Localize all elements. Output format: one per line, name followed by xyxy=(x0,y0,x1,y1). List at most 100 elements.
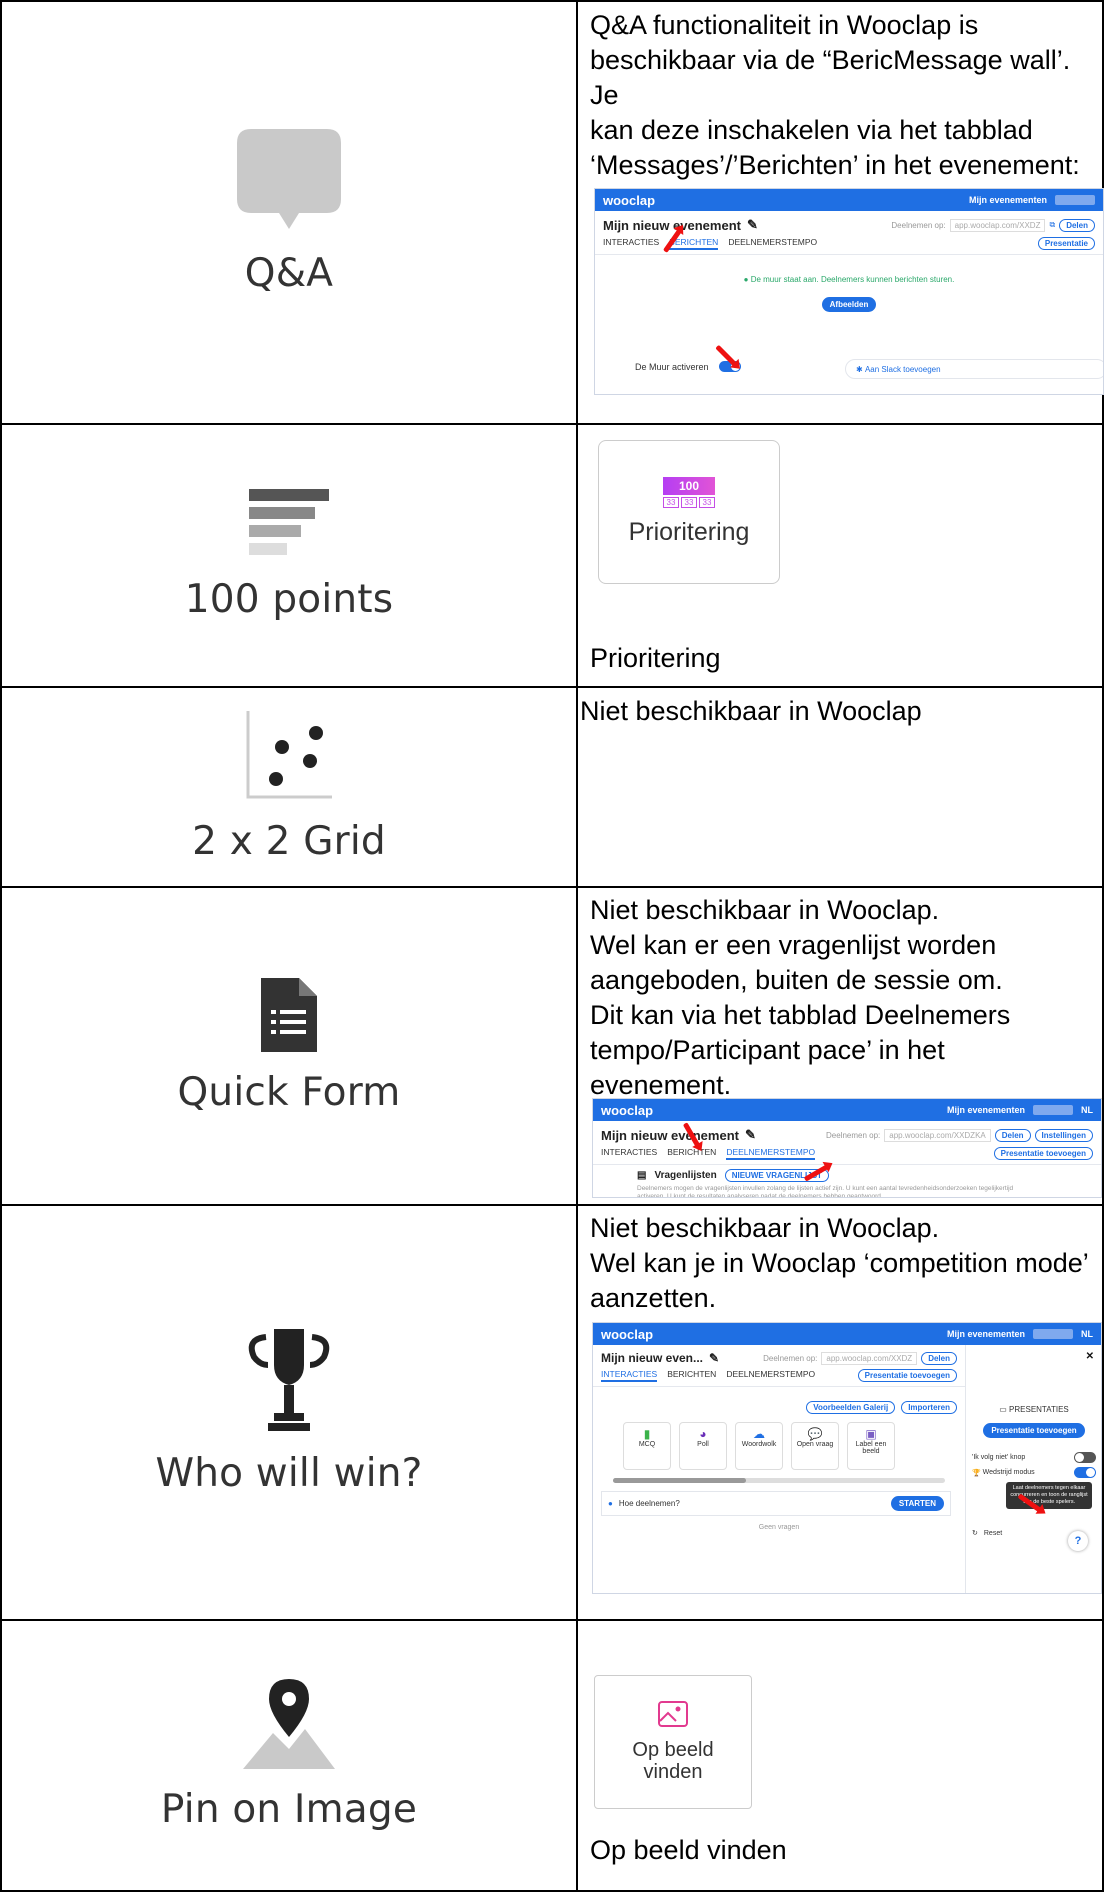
trophy-icon xyxy=(248,1329,330,1431)
activate-wall-label: De Muur activeren xyxy=(635,361,709,372)
tab-deelnemerstempo[interactable]: DEELNEMERSTEMPO xyxy=(726,1369,815,1382)
score-cell: 33 xyxy=(699,497,715,508)
tab-deelnemerstempo[interactable]: DEELNEMERSTEMPO xyxy=(728,237,817,250)
description-text: Q&A functionaliteit in Wooclap is beschik… xyxy=(590,10,1080,180)
menu-my-events[interactable]: Mijn evenementen xyxy=(947,1329,1025,1339)
wooclap-screenshot-competition: wooclap Mijn evenementen NL Mijn nieuw eve… xyxy=(592,1322,1102,1594)
follow-toggle[interactable] xyxy=(1074,1452,1096,1463)
presentation-button[interactable]: Presentatie xyxy=(1037,237,1095,250)
menu-my-events[interactable]: Mijn evenementen xyxy=(969,195,1047,205)
participate-label: Deelnemen op: xyxy=(825,1130,881,1140)
slack-button[interactable]: ✱ Aan Slack toevoegen xyxy=(845,359,1103,379)
feature-label: Q&A xyxy=(244,251,334,296)
wooclap-logo: wooclap xyxy=(601,1102,654,1118)
feature-label: Pin on Image xyxy=(160,1787,418,1832)
feature-cell-quick-form: Quick Form xyxy=(2,888,576,1204)
display-button[interactable]: Afbeelden xyxy=(821,297,877,312)
hundred-points-icon xyxy=(249,489,329,555)
menu-my-events[interactable]: Mijn evenementen xyxy=(947,1105,1025,1115)
no-questions-text: Geen vragen xyxy=(758,1524,800,1531)
tab-interacties[interactable]: INTERACTIES xyxy=(601,1147,657,1160)
feature-label: Quick Form xyxy=(177,1069,401,1115)
wall-status: ● De muur staat aan. Deelnemers kunnen b… xyxy=(743,275,955,284)
share-button[interactable]: Delen xyxy=(1059,218,1095,232)
wooclap-screenshot-participant-pace: wooclap Mijn evenementen NL Mijn nieuw eve… xyxy=(592,1098,1102,1198)
example-gallery-button[interactable]: Voorbeelden Galerij xyxy=(806,1401,896,1414)
trophy-small-icon: 🏆 xyxy=(972,1469,981,1477)
tab-interacties[interactable]: INTERACTIES xyxy=(603,237,659,250)
tab-interacties[interactable]: INTERACTIES xyxy=(601,1369,658,1382)
event-url: app.wooclap.com/XXDZ xyxy=(949,218,1046,232)
questionnaire-icon: ▤ xyxy=(637,1170,647,1181)
start-button[interactable]: STARTEN xyxy=(890,1496,944,1511)
pencil-icon[interactable]: ✎ xyxy=(709,1351,719,1365)
participate-label: Deelnemen op: xyxy=(891,220,946,230)
copy-icon[interactable]: ⧉ xyxy=(1049,220,1055,230)
feature-cell-100-points: 100 points xyxy=(2,425,576,686)
scatter-grid-icon xyxy=(246,710,332,798)
question-type-open[interactable]: 💬 Open vraag xyxy=(791,1422,839,1470)
wooclap-logo: wooclap xyxy=(603,192,656,208)
wooclap-logo: wooclap xyxy=(601,1326,654,1342)
tab-berichten[interactable]: BERICHTEN xyxy=(667,1147,716,1160)
section-description: Deelnemers mogen de vragenlijsten invull… xyxy=(637,1185,1014,1198)
description-text: Niet beschikbaar in Wooclap xyxy=(580,696,922,726)
pencil-icon[interactable]: ✎ xyxy=(745,1127,756,1143)
info-icon: ● xyxy=(608,1499,613,1508)
question-type-mcq[interactable]: ▮ MCQ xyxy=(623,1422,671,1470)
add-presentation-button[interactable]: Presentatie toevoegen xyxy=(993,1147,1093,1160)
description-text: Niet beschikbaar in Wooclap. Wel kan je i… xyxy=(590,1213,1089,1313)
feature-cell-qa: Q&A xyxy=(2,2,576,423)
follow-button-label: 'Ik volg niet' knop xyxy=(972,1454,1026,1461)
tab-berichten[interactable]: BERICHTEN xyxy=(667,1369,716,1382)
settings-button[interactable]: Instellingen xyxy=(1034,1128,1093,1142)
pencil-icon[interactable]: ✎ xyxy=(747,217,758,233)
tile-label-line2: vinden xyxy=(643,1761,703,1783)
event-title: Mijn nieuw evenement xyxy=(603,217,741,233)
close-icon[interactable]: ✕ xyxy=(1086,1351,1094,1362)
question-type-wordcloud[interactable]: ☁ Woordwolk xyxy=(735,1422,783,1470)
caption: Prioritering xyxy=(590,643,721,673)
reset-label[interactable]: Reset xyxy=(984,1530,1002,1537)
event-title: Mijn nieuw evenement xyxy=(601,1127,739,1143)
presentations-title: PRESENTATIES xyxy=(1009,1405,1069,1414)
tile-label: Prioritering xyxy=(628,518,750,546)
image-icon xyxy=(658,1701,688,1727)
add-presentation-button[interactable]: Presentatie toevoegen xyxy=(857,1369,957,1382)
settings-panel: ✕ ▭ PRESENTATIES Presentatie toevoegen '… xyxy=(965,1345,1101,1593)
competition-toggle[interactable] xyxy=(1074,1467,1096,1478)
help-button[interactable]: ? xyxy=(1068,1531,1088,1551)
competition-mode-label: Wedstrijd modus xyxy=(982,1469,1035,1476)
event-url: app.wooclap.com/XXDZKA xyxy=(884,1128,991,1142)
section-title: Vragenlijsten xyxy=(654,1170,717,1181)
feature-cell-who-will-win: Who will win? xyxy=(2,1206,576,1619)
form-document-icon xyxy=(261,977,317,1052)
language-selector[interactable]: NL xyxy=(1081,1105,1093,1115)
pin-on-image-icon xyxy=(243,1679,335,1769)
panel-add-presentation-button[interactable]: Presentatie toevoegen xyxy=(983,1423,1085,1438)
import-button[interactable]: Importeren xyxy=(901,1401,957,1414)
feature-cell-2x2-grid: 2 x 2 Grid xyxy=(2,688,576,886)
score-cell: 33 xyxy=(681,497,697,508)
share-button[interactable]: Delen xyxy=(994,1128,1031,1142)
wooclap-screenshot-messages: wooclap Mijn evenementen Mijn nieuw evene… xyxy=(594,188,1104,395)
find-on-image-tile: Op beeld vinden xyxy=(594,1675,752,1809)
question-type-label-image[interactable]: ▣ Label een beeld xyxy=(847,1422,895,1470)
language-selector[interactable]: NL xyxy=(1081,1329,1093,1339)
description-text: Niet beschikbaar in Wooclap. Wel kan er e… xyxy=(590,895,1011,1100)
presentation-icon: ▭ xyxy=(999,1405,1007,1414)
event-url: app.wooclap.com/XXDZ xyxy=(821,1351,918,1365)
prioritering-tile: 100 33 33 33 Prioritering xyxy=(598,440,780,584)
tile-label-line1: Op beeld xyxy=(632,1739,714,1761)
event-title: Mijn nieuw even... xyxy=(601,1351,704,1365)
question-type-poll[interactable]: ◕ Poll xyxy=(679,1422,727,1470)
feature-label: 100 points xyxy=(184,577,394,622)
question-title: Hoe deelnemen? xyxy=(618,1499,680,1508)
reset-icon: ↻ xyxy=(972,1530,978,1537)
share-button[interactable]: Delen xyxy=(921,1351,957,1365)
score-cell: 33 xyxy=(663,497,679,508)
tab-deelnemerstempo[interactable]: DEELNEMERSTEMPO xyxy=(726,1147,816,1160)
participate-label: Deelnemen op: xyxy=(763,1353,818,1363)
speech-bubble-icon xyxy=(237,129,341,229)
feature-label: Who will win? xyxy=(155,1451,423,1496)
